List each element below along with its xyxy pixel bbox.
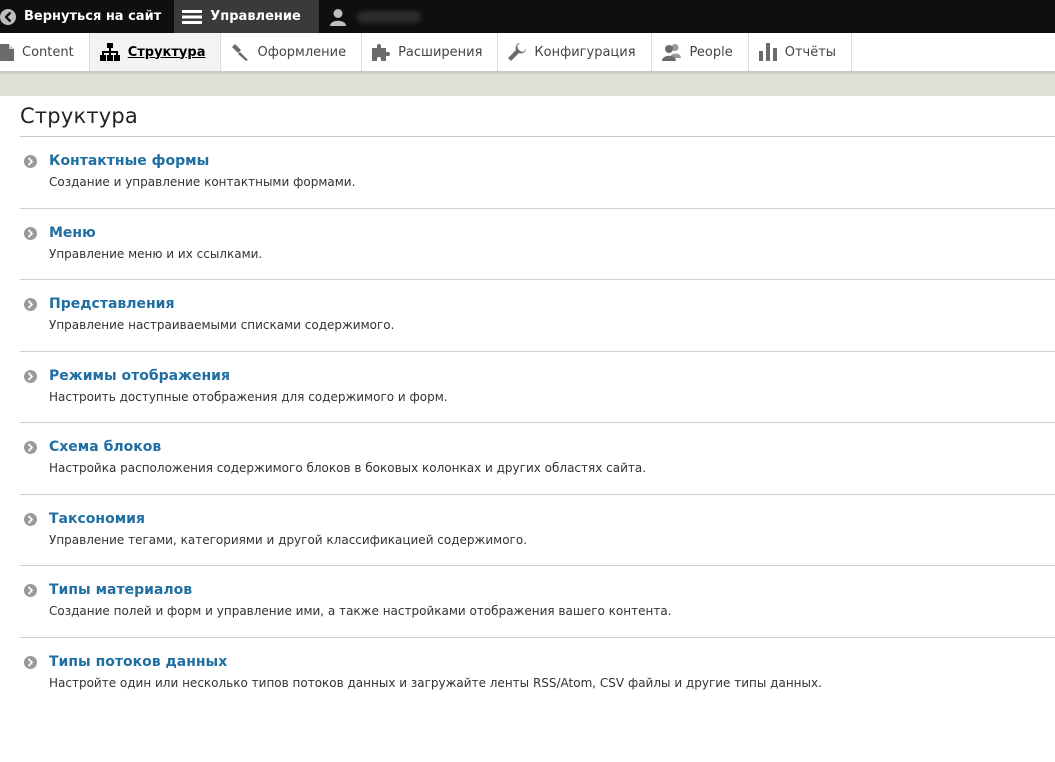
admin-tray: Content Структура Оформление Расширения … [0,33,1055,72]
manage-tab[interactable]: Управление [174,0,319,33]
admin-toolbar: Вернуться на сайт Управление [0,0,1055,33]
tray-item-label: Расширения [398,44,483,60]
entry-description: Настройте один или несколько типов поток… [49,675,822,690]
tray-item-label: Content [22,44,74,60]
back-to-site-label: Вернуться на сайт [24,9,162,24]
bar-chart-icon [758,43,777,61]
back-to-site-link[interactable]: Вернуться на сайт [0,0,174,33]
tray-item-people[interactable]: People [652,33,749,71]
chevron-right-circle-icon [24,584,37,597]
menus-link[interactable]: Меню [49,224,262,242]
tray-item-content[interactable]: Content [0,33,90,71]
chevron-right-circle-icon [24,512,37,526]
taxonomy-link[interactable]: Таксономия [49,510,527,528]
entry-description: Создание полей и форм и управление ими, … [49,604,672,618]
tray-item-reports[interactable]: Отчёты [749,33,853,71]
list-item: Контактные формы Создание и управление к… [20,137,1055,209]
list-item: Режимы отображения Настроить доступные о… [20,352,1055,423]
wrench-icon [508,43,527,61]
tray-item-structure[interactable]: Структура [89,33,222,71]
display-modes-link[interactable]: Режимы отображения [49,367,448,385]
entry-description: Настроить доступные отображения для соде… [49,389,448,404]
list-item: Представления Управление настраиваемыми … [20,280,1055,352]
entry-description: Управление меню и их ссылками. [49,246,263,261]
views-link[interactable]: Представления [49,295,394,313]
page-title: Структура [20,104,1055,137]
manage-label: Управление [210,9,301,24]
list-item: Типы материалов Создание полей и форм и … [20,566,1055,638]
header-strip [0,72,1055,96]
chevron-left-circle-icon [0,8,16,25]
chevron-right-circle-icon [24,441,37,454]
tray-item-label: Структура [127,44,206,60]
people-icon [661,43,682,61]
content-types-link[interactable]: Типы материалов [49,581,671,599]
tray-item-label: Отчёты [784,44,837,60]
entry-description: Создание и управление контактными формам… [49,175,356,189]
user-name [356,10,421,23]
list-item: Таксономия Управление тегами, категориям… [20,495,1055,566]
entry-description: Управление тегами, категориями и другой … [49,532,528,547]
hamburger-icon [182,9,203,25]
sitemap-icon [99,43,120,61]
structure-list: Контактные формы Создание и управление к… [20,137,1055,709]
feed-types-link[interactable]: Типы потоков данных [49,653,822,671]
block-layout-link[interactable]: Схема блоков [49,438,646,456]
chevron-right-circle-icon [24,655,37,669]
paintbrush-icon [231,43,249,61]
entry-description: Настройка расположения содержимого блоко… [49,461,647,475]
entry-description: Управление настраиваемыми списками содер… [49,318,395,332]
tray-item-label: Конфигурация [534,44,636,60]
tray-item-label: People [689,44,733,60]
list-item: Схема блоков Настройка расположения соде… [20,423,1055,495]
puzzle-icon [372,43,391,61]
chevron-right-circle-icon [24,298,37,311]
contact-forms-link[interactable]: Контактные формы [49,152,355,170]
user-tab[interactable] [319,0,433,33]
chevron-right-circle-icon [24,226,37,240]
list-item: Типы потоков данных Настройте один или н… [20,638,1055,710]
tray-item-extend[interactable]: Расширения [362,33,499,71]
list-item: Меню Управление меню и их ссылками. [20,209,1055,280]
chevron-right-circle-icon [24,369,37,383]
main-content: Структура Контактные формы Создание и уп… [0,96,1055,709]
tray-item-label: Оформление [257,44,347,60]
user-icon [329,8,347,26]
file-icon [0,43,14,61]
tray-item-configuration[interactable]: Конфигурация [498,33,652,71]
chevron-right-circle-icon [24,155,37,168]
tray-item-appearance[interactable]: Оформление [221,33,363,71]
